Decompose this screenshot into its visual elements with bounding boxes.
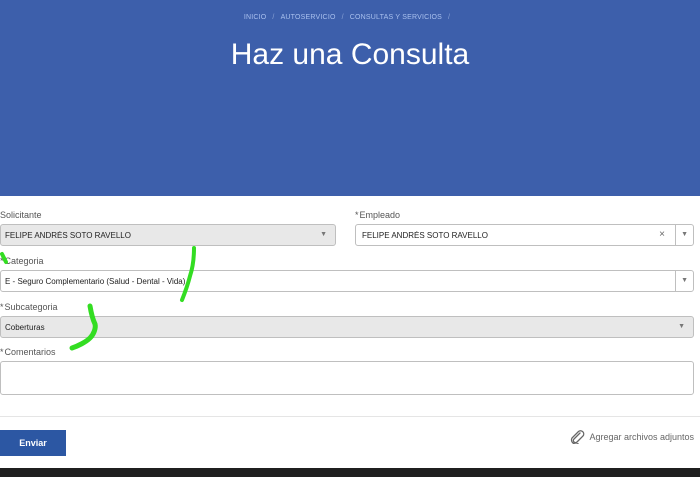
footer-bar — [0, 468, 700, 477]
chevron-down-icon: ▼ — [681, 231, 688, 238]
annotation-mark — [0, 252, 8, 264]
breadcrumb-consultas-y-servicios[interactable]: CONSULTAS Y SERVICIOS — [350, 14, 442, 21]
breadcrumb-separator: / — [272, 14, 275, 21]
breadcrumb-autoservicio[interactable]: AUTOSERVICIO — [281, 14, 336, 21]
empleado-value: FELIPE ANDRÉS SOTO RAVELLO — [362, 231, 488, 240]
form-divider — [0, 416, 700, 417]
annotation-mark — [69, 303, 98, 351]
solicitante-label-text: Solicitante — [0, 210, 42, 220]
annotation-marks — [0, 246, 196, 351]
chevron-down-icon: ▼ — [320, 231, 327, 238]
paperclip-icon — [571, 430, 585, 444]
breadcrumb: INICIO / AUTOSERVICIO / CONSULTAS Y SERVICIO… — [0, 14, 700, 21]
breadcrumb-separator: / — [341, 14, 344, 21]
attach-files-label: Agregar archivos adjuntos — [589, 432, 694, 442]
send-button[interactable]: Enviar — [0, 430, 66, 456]
solicitante-label: Solicitante — [0, 210, 42, 220]
empleado-select[interactable]: FELIPE ANDRÉS SOTO RAVELLO × ▼ — [355, 224, 694, 246]
breadcrumb-inicio[interactable]: INICIO — [244, 14, 267, 21]
attach-files-link[interactable]: Agregar archivos adjuntos — [569, 430, 694, 444]
categoria-dropdown-toggle[interactable]: ▼ — [675, 271, 693, 291]
clear-icon[interactable]: × — [659, 229, 665, 240]
chevron-down-icon: ▼ — [681, 277, 688, 284]
annotation-mark — [180, 246, 196, 302]
empleado-label: *Empleado — [355, 210, 400, 220]
required-mark: * — [355, 210, 359, 220]
empleado-label-text: Empleado — [359, 210, 401, 220]
solicitante-value: FELIPE ANDRÉS SOTO RAVELLO — [5, 231, 131, 240]
hero-banner: INICIO / AUTOSERVICIO / CONSULTAS Y SERVICIO… — [0, 0, 700, 196]
breadcrumb-separator: / — [448, 14, 451, 21]
page-title: Haz una Consulta — [230, 38, 470, 71]
empleado-dropdown-toggle[interactable]: ▼ — [675, 225, 693, 245]
chevron-down-icon: ▼ — [678, 323, 685, 330]
